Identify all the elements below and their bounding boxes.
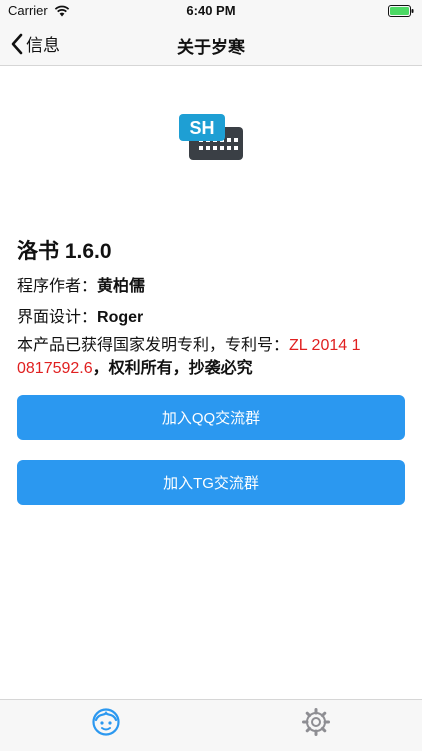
status-time: 6:40 PM [186, 3, 236, 18]
design-line: 界面设计：Roger [17, 303, 143, 327]
app-logo: SH [179, 114, 243, 160]
app-name-version: 洛书 1.6.0 [17, 240, 112, 263]
design-label: 界面设计： [17, 309, 98, 326]
tab-bar [0, 699, 422, 751]
face-icon[interactable] [91, 707, 121, 737]
author-label: 程序作者： [17, 278, 98, 295]
design-value: Roger [97, 309, 144, 326]
status-bar: Carrier 6:40 PM [0, 0, 422, 22]
logo-text: SH [189, 118, 214, 138]
battery-icon [388, 5, 414, 17]
join-qq-group-button[interactable]: 加入QQ交流群 [17, 395, 405, 440]
author-value: 黄柏儒 [97, 278, 146, 295]
patent-notice: 本产品已获得国家发明专利，专利号：ZL 2014 1 0817592.6，权利所… [17, 334, 409, 380]
patent-prefix: 本产品已获得国家发明专利，专利号： [17, 337, 290, 354]
navigation-bar: 信息 关于岁寒 [0, 22, 422, 66]
join-tg-group-button[interactable]: 加入TG交流群 [17, 460, 405, 505]
page-title: 关于岁寒 [177, 38, 245, 57]
gear-icon[interactable] [301, 707, 331, 737]
author-line: 程序作者：黄柏儒 [17, 272, 145, 296]
patent-suffix: ，权利所有，抄袭必究 [92, 360, 253, 377]
